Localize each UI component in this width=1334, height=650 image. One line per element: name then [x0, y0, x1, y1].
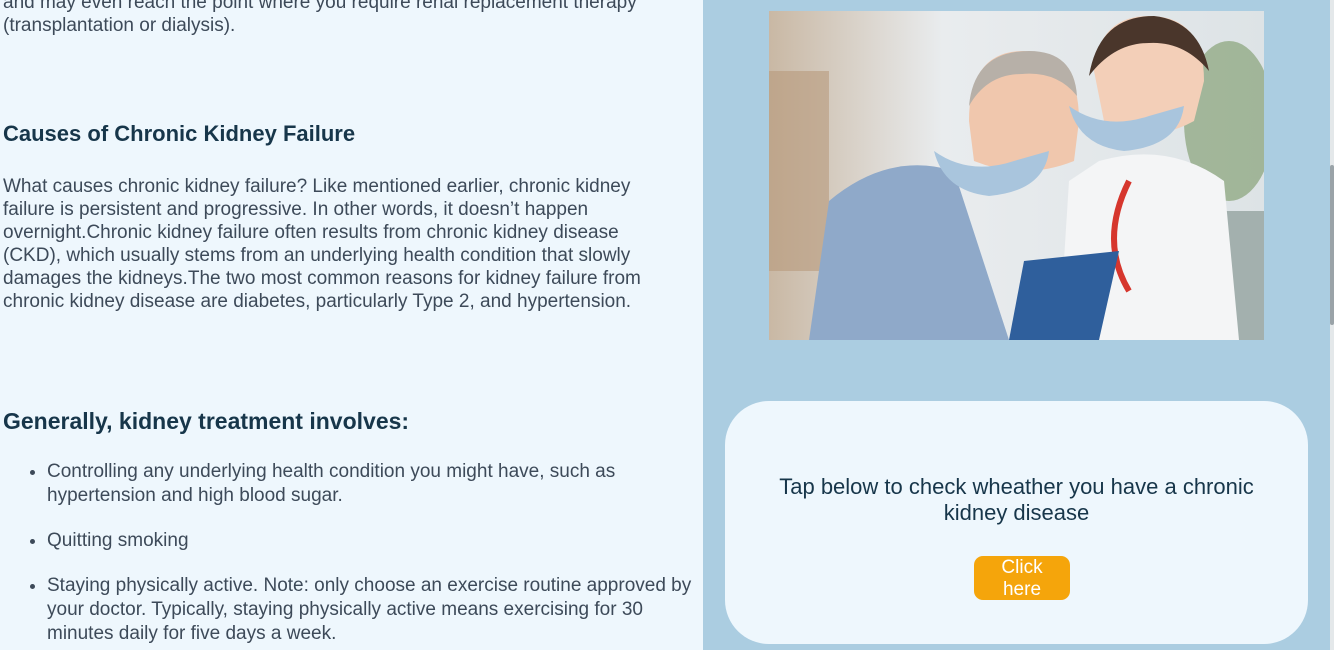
cta-card: Tap below to check wheather you have a c… [725, 401, 1308, 644]
treatment-heading: Generally, kidney treatment involves: [3, 408, 410, 434]
list-item: Controlling any underlying health condit… [47, 460, 707, 508]
list-item: Quitting smoking [47, 529, 707, 553]
causes-paragraph: What causes chronic kidney failure? Like… [3, 176, 641, 312]
main-content: and may even reach the point where you r… [0, 0, 703, 650]
sidebar: Tap below to check wheather you have a c… [703, 0, 1330, 650]
page: and may even reach the point where you r… [0, 0, 1334, 650]
scrollbar-track[interactable] [1330, 0, 1334, 650]
click-here-button[interactable]: Click here [974, 556, 1070, 600]
list-item: Staying physically active. Note: only ch… [47, 574, 707, 646]
doctor-patient-photo [769, 11, 1264, 340]
scrollbar-thumb[interactable] [1330, 165, 1334, 325]
intro-paragraph: and may even reach the point where you r… [3, 0, 637, 36]
treatment-list: Controlling any underlying health condit… [0, 460, 707, 650]
cta-text: Tap below to check wheather you have a c… [779, 474, 1254, 525]
causes-heading: Causes of Chronic Kidney Failure [3, 121, 356, 146]
